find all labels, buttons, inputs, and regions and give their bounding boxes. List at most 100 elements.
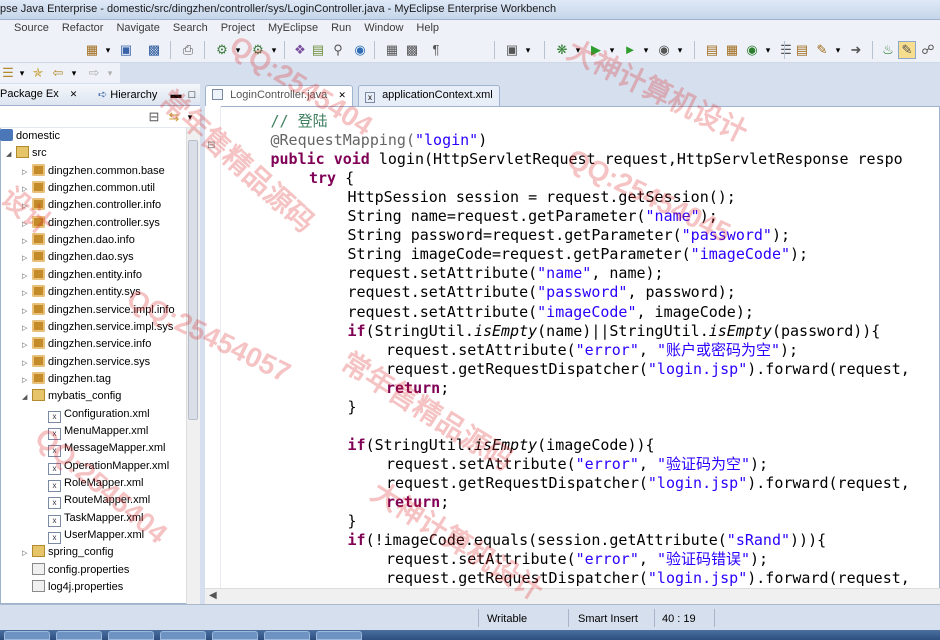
dropdown-arrow-icon[interactable]: ▾ [830,42,846,58]
coverage-icon[interactable]: ◉ [656,42,672,58]
tree-toggle-icon[interactable]: ▷ [22,250,32,267]
dropdown-arrow-icon[interactable]: ▾ [230,42,246,58]
maximize-icon[interactable]: □ [184,87,200,103]
tree-item[interactable]: ▷ dingzhen.controller.sys [22,215,160,232]
forward-icon[interactable]: ⇨ [86,65,102,81]
tree-toggle-icon[interactable]: ▷ [22,181,32,198]
taskbar-button[interactable] [316,631,362,640]
taskbar-button[interactable] [212,631,258,640]
close-icon[interactable]: ✕ [70,89,78,99]
tree-item[interactable]: ▷ dingzhen.service.impl.info [22,302,175,319]
next-annotation-icon[interactable]: ✯ [30,65,46,81]
server-icon[interactable]: ⚙ [250,42,266,58]
tree-toggle-icon[interactable]: ▷ [22,285,32,302]
menu-myeclipse[interactable]: MyEclipse [268,20,323,34]
arrow-icon[interactable]: ➜ [848,42,864,58]
tab-application-context[interactable]: x applicationContext.xml [358,85,500,106]
tree-toggle-icon[interactable]: ▷ [22,164,32,181]
camera-icon[interactable]: ▣ [504,42,520,58]
collapse-all-icon[interactable]: ⊟ [146,109,162,125]
print-icon[interactable]: ⎙ [180,42,196,58]
tree-toggle-icon[interactable]: ▷ [22,216,32,233]
tree-item[interactable]: ◢ src [6,145,47,162]
dropdown-arrow-icon[interactable]: ▾ [570,42,586,58]
tree-item[interactable]: ◢ mybatis_config [22,388,121,405]
tree-toggle-icon[interactable]: ◢ [6,146,16,163]
menu-project[interactable]: Project [221,20,260,34]
close-icon[interactable]: ✕ [338,90,346,100]
open-perspective-icon[interactable]: ▤ [794,42,810,58]
dropdown-arrow-icon[interactable]: ▾ [760,42,776,58]
fold-marker-icon[interactable]: ⊟ [207,140,215,151]
dropdown-arrow-icon[interactable]: ▾ [672,42,688,58]
pen-icon[interactable]: ✎ [814,42,830,58]
toggle-block-icon[interactable]: ▩ [404,42,420,58]
tree-toggle-icon[interactable]: ▷ [22,337,32,354]
editor-gutter[interactable]: ⊟ [205,106,221,604]
tree-toggle-icon[interactable]: ▷ [22,268,32,285]
browser-icon[interactable]: ◉ [352,42,368,58]
task-icon[interactable]: ☰ [778,42,794,58]
menu-window[interactable]: Window [364,20,408,34]
menu-source[interactable]: Source [0,20,54,34]
tree-toggle-icon[interactable]: ▷ [22,233,32,250]
open-resource-icon[interactable]: ▤ [310,42,326,58]
tree-item[interactable]: x Configuration.xml [38,406,150,423]
taskbar-button[interactable] [264,631,310,640]
show-whitespace-icon[interactable]: ¶ [428,42,444,58]
tree-toggle-icon[interactable]: ▷ [22,545,32,562]
dropdown-arrow-icon[interactable]: ▾ [520,42,536,58]
dropdown-arrow-icon[interactable]: ▾ [638,42,654,58]
tree-item[interactable]: ▷ dingzhen.common.util [22,180,155,197]
link-icon[interactable]: ☍ [920,42,936,58]
tree-toggle-icon[interactable]: ▷ [22,355,32,372]
tree-toggle-icon[interactable]: ◢ [22,389,32,406]
tree-item[interactable]: ▷ dingzhen.service.impl.sys [22,319,173,336]
tab-login-controller[interactable]: LoginController.java ✕ [205,85,353,106]
tree-item[interactable]: ▷ dingzhen.common.base [22,163,165,180]
dropdown-arrow-icon[interactable]: ▾ [266,42,282,58]
tree-item[interactable]: ▷ dingzhen.service.sys [22,354,150,371]
tree-item[interactable]: config.properties [22,562,129,579]
new-class-icon[interactable]: ◉ [744,42,760,58]
save-icon[interactable]: ▣ [118,42,134,58]
view-menu-icon[interactable]: ▾ [182,109,198,125]
tree-item[interactable]: x MenuMapper.xml [38,423,148,440]
menu-refactor[interactable]: Refactor [62,20,109,34]
editor-horizontal-scrollbar[interactable]: ◀ [205,588,940,604]
link-with-editor-icon[interactable]: ⇆ [166,109,182,125]
dropdown-arrow-icon[interactable]: ▾ [66,65,82,81]
back-icon[interactable]: ⇦ [50,65,66,81]
menu-search[interactable]: Search [173,20,213,34]
tree-toggle-icon[interactable]: ▷ [22,198,32,215]
open-type-icon[interactable]: ❖ [292,42,308,58]
tree-item[interactable]: ▷ dingzhen.service.info [22,336,151,353]
new-wizard-icon[interactable]: ▦ [84,42,100,58]
new-java-project-icon[interactable]: ▤ [704,42,720,58]
dropdown-arrow-icon[interactable]: ▾ [102,65,118,81]
menu-run[interactable]: Run [331,20,356,34]
tab-package-explorer[interactable]: Package Ex ✕ [0,88,77,100]
tree-item[interactable]: ◢domestic [0,128,60,145]
external-tools-icon[interactable]: ► [622,42,638,58]
tree-item[interactable]: ▷ dingzhen.controller.info [22,197,161,214]
tree-item[interactable]: ▷ dingzhen.dao.sys [22,249,134,266]
tree-toggle-icon[interactable]: ▷ [22,372,32,389]
minimize-icon[interactable]: ▬ [168,87,184,103]
tree-item[interactable]: ▷ dingzhen.entity.sys [22,284,141,301]
search-icon[interactable]: ⚲ [330,42,346,58]
tree-item[interactable]: x UserMapper.xml [38,527,144,545]
taskbar-button[interactable] [56,631,102,640]
tree-toggle-icon[interactable]: ▷ [22,303,32,320]
dropdown-arrow-icon[interactable]: ▾ [100,42,116,58]
save-all-icon[interactable]: ▩ [146,42,162,58]
run-icon[interactable]: ▶ [588,42,604,58]
tree-item[interactable]: x RoleMapper.xml [38,475,143,492]
taskbar-button[interactable] [108,631,154,640]
new-package-icon[interactable]: ▦ [724,42,740,58]
tab-hierarchy[interactable]: ➪ Hierarchy [98,88,157,101]
tree-item[interactable]: ▷ dingzhen.dao.info [22,232,135,249]
debug-icon[interactable]: ❋ [554,42,570,58]
tree-item[interactable]: ▷ dingzhen.entity.info [22,267,142,284]
dropdown-arrow-icon[interactable]: ▾ [14,65,30,81]
